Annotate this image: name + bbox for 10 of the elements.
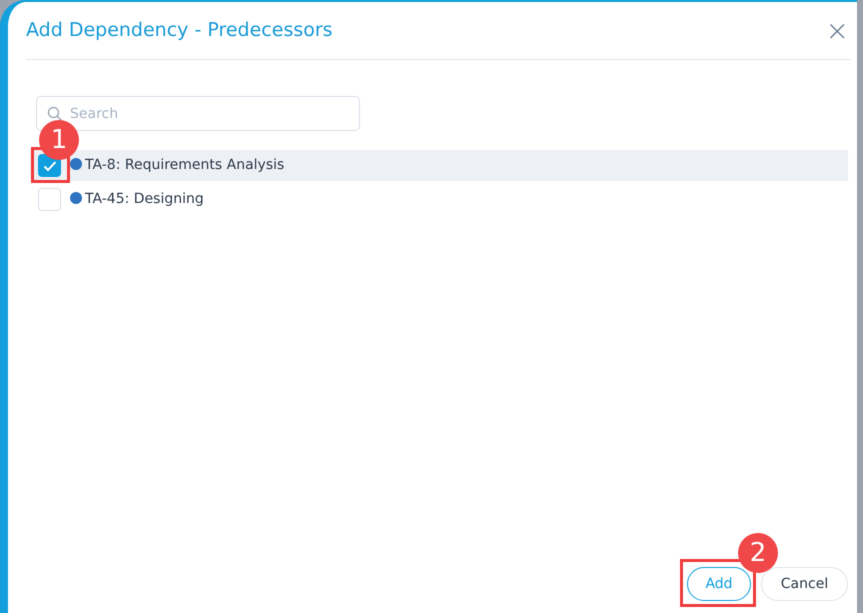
- item-label: TA-45: Designing: [85, 190, 204, 209]
- cancel-button[interactable]: Cancel: [761, 567, 848, 601]
- checkbox[interactable]: [38, 188, 61, 211]
- dialog-title: Add Dependency - Predecessors: [26, 18, 333, 44]
- item-label: TA-8: Requirements Analysis: [85, 156, 284, 175]
- check-icon: [42, 160, 56, 172]
- close-button[interactable]: ×: [826, 16, 849, 44]
- list-row[interactable]: TA-45: Designing: [30, 184, 848, 215]
- list-row[interactable]: TA-8: Requirements Analysis: [30, 150, 848, 181]
- search-icon: [47, 106, 63, 122]
